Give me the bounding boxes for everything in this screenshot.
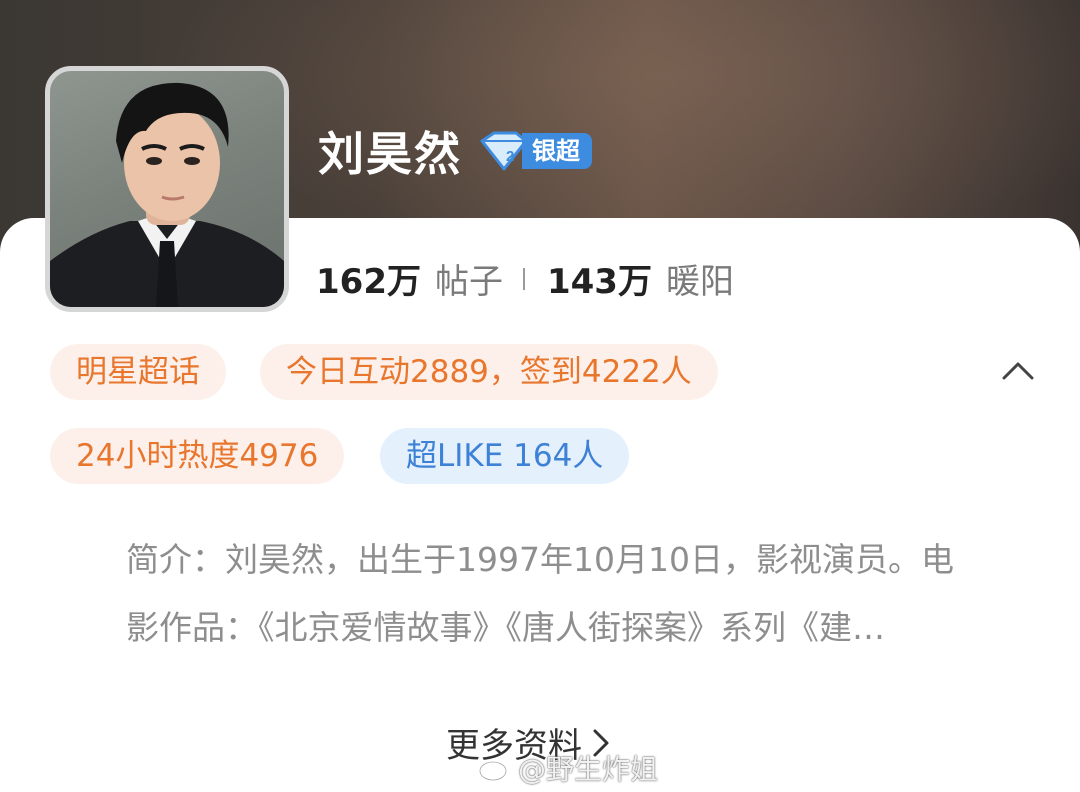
supertopic-name: 刘昊然 <box>318 127 462 181</box>
badge-label: 银超 <box>522 133 592 169</box>
intro-line-2: 影作品：《北京爱情故事》《唐人街探案》系列《建… <box>126 608 885 647</box>
weibo-icon <box>478 756 511 782</box>
tag-category[interactable]: 明星超话 <box>50 344 226 400</box>
avatar[interactable] <box>45 66 289 312</box>
fans-label: 暖阳 <box>665 262 734 302</box>
tag-heat[interactable]: 24小时热度4976 <box>50 428 345 484</box>
stats-divider <box>522 267 525 290</box>
intro-line-1: 简介：刘昊然，出生于1997年10月10日，影视演员。电 <box>126 540 954 579</box>
watermark-text: @野生炸姐 <box>518 753 659 786</box>
level-badge[interactable]: 2 银超 <box>476 131 592 171</box>
watermark: @野生炸姐 <box>478 748 658 788</box>
intro-text: 简介：刘昊然，出生于1997年10月10日，影视演员。电 影作品：《北京爱情故事… <box>126 526 1006 662</box>
fans-count: 143万 <box>546 262 652 302</box>
posts-label: 帖子 <box>434 262 503 302</box>
svg-text:2: 2 <box>506 148 514 165</box>
posts-count: 162万 <box>316 262 421 302</box>
chevron-up-icon[interactable] <box>1000 358 1036 382</box>
avatar-photo <box>50 82 284 307</box>
silver-diamond-icon: 2 <box>480 131 528 171</box>
title-row: 刘昊然 2 银超 <box>318 118 592 184</box>
tag-super-like[interactable]: 超LIKE 164人 <box>380 428 630 484</box>
tag-today-activity[interactable]: 今日互动2889，签到4222人 <box>260 344 718 400</box>
stats-row: 162万 帖子 143万 暖阳 <box>316 254 734 303</box>
